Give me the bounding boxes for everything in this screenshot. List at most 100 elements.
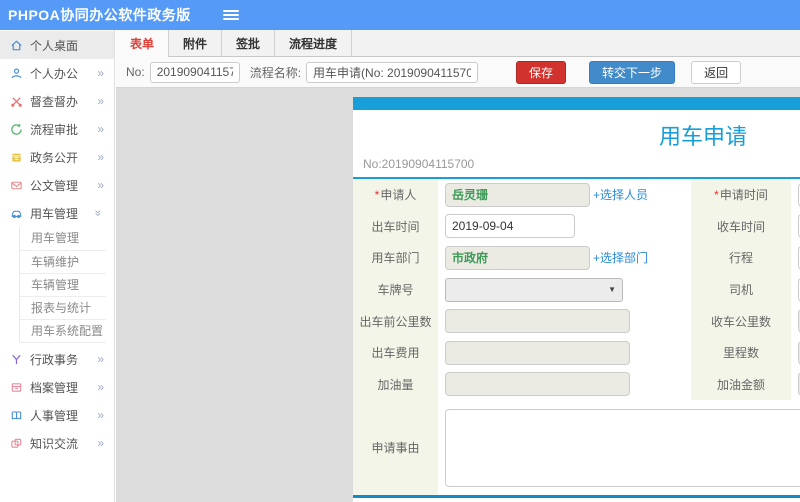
tab-attachments[interactable]: 附件	[169, 30, 223, 57]
sidebar-item-label: 档案管理	[30, 380, 79, 395]
itinerary-label: 行程	[691, 242, 791, 274]
chevron-right-icon: »	[97, 408, 104, 422]
select-department-link[interactable]: +选择部门	[593, 249, 648, 266]
vehicle-application-form-panel: 用车申请 No:20190904115700 * 申请人 +选择人员 * 申请时…	[353, 97, 800, 502]
sidebar-item-vehicle-mgmt[interactable]: 用车管理 »	[0, 199, 114, 227]
chevron-right-icon: »	[97, 66, 104, 80]
no-input[interactable]	[149, 61, 240, 83]
main-area: 表单 附件 签批 流程进度 No: 流程名称: 保存 转交下一步 返回 用车申请…	[116, 30, 800, 502]
trip-cost-input	[445, 340, 630, 365]
return-time-label: 收车时间	[691, 210, 791, 243]
vehicle-dept-label: 用车部门	[353, 242, 438, 274]
envelope-icon	[11, 181, 22, 189]
plate-number-select[interactable]: ▼	[445, 277, 623, 302]
fuel-cost-label: 加油金额	[691, 368, 791, 401]
km-after-label: 收车公里数	[691, 305, 791, 337]
sidebar-item-process-approval[interactable]: 流程审批 »	[0, 115, 114, 143]
sidebar-item-personal-office[interactable]: 个人办公 »	[0, 59, 114, 87]
chevron-right-icon: »	[97, 178, 104, 192]
chevron-right-icon: »	[97, 94, 104, 108]
tab-sign-approval[interactable]: 签批	[222, 30, 276, 57]
chevron-right-icon: »	[97, 380, 104, 394]
tab-bar: 表单 附件 签批 流程进度	[116, 30, 800, 57]
sidebar-item-knowledge-exchange[interactable]: 知识交流 »	[0, 429, 114, 457]
calendar-icon	[12, 153, 21, 162]
fuel-amount-label: 加油量	[353, 368, 438, 401]
vehicle-submenu: 用车管理 车辆维护 车辆管理 报表与统计 用车系统配置	[19, 227, 106, 343]
sidebar-item-hr-mgmt[interactable]: 人事管理 »	[0, 401, 114, 429]
km-before-label: 出车前公里数	[353, 305, 438, 337]
submenu-item-vehicle-maintenance[interactable]: 车辆维护	[20, 250, 106, 273]
form-title: 用车申请	[658, 124, 747, 149]
sidebar-item-document-mgmt[interactable]: 公文管理 »	[0, 171, 114, 199]
app-title: PHPOA协同办公软件政务版	[8, 7, 191, 23]
tags-icon	[11, 438, 22, 448]
sidebar-item-label: 个人桌面	[30, 38, 79, 53]
applicant-label: * 申请人	[353, 179, 438, 211]
required-asterisk: *	[714, 187, 719, 202]
car-icon	[11, 210, 22, 218]
submenu-item-reports-stats[interactable]: 报表与统计	[20, 296, 106, 319]
submenu-item-vehicle-use[interactable]: 用车管理	[20, 227, 106, 250]
dropdown-caret-icon: ▼	[608, 285, 616, 295]
home-icon	[11, 40, 22, 50]
sidebar-item-label: 政务公开	[30, 150, 79, 165]
form-toolbar: No: 流程名称: 保存 转交下一步 返回	[116, 57, 800, 88]
user-icon	[11, 68, 22, 78]
sidebar-item-label: 人事管理	[30, 408, 79, 423]
approval-refresh-icon	[11, 123, 22, 135]
archive-icon	[11, 382, 22, 392]
sidebar-item-label: 公文管理	[30, 178, 79, 193]
sidebar-item-label: 流程审批	[30, 122, 79, 137]
tab-form[interactable]: 表单	[116, 30, 170, 57]
submenu-item-vehicle-admin[interactable]: 车辆管理	[20, 273, 106, 296]
mileage-label: 里程数	[691, 336, 791, 369]
save-button[interactable]: 保存	[516, 60, 567, 84]
chevron-down-icon: »	[91, 209, 106, 217]
tab-content-area: 用车申请 No:20190904115700 * 申请人 +选择人员 * 申请时…	[116, 88, 800, 502]
vehicle-dept-input	[445, 245, 590, 270]
tab-process-progress[interactable]: 流程进度	[275, 30, 353, 57]
depart-time-label: 出车时间	[353, 210, 438, 243]
driver-label: 司机	[691, 273, 791, 306]
sidebar-item-label: 个人办公	[30, 66, 79, 81]
sidebar-item-supervision[interactable]: 督查督办 »	[0, 87, 114, 115]
required-asterisk: *	[374, 187, 380, 202]
plate-number-label: 车牌号	[353, 273, 438, 306]
chevron-right-icon: »	[97, 436, 104, 450]
flow-name-input[interactable]	[306, 61, 479, 83]
sidebar-item-label: 行政事务	[30, 352, 79, 367]
panel-top-accent-bar	[353, 97, 800, 110]
hamburger-menu-icon[interactable]	[222, 10, 239, 20]
supervise-icon	[11, 96, 22, 107]
sidebar-item-admin-affairs[interactable]: 行政事务 »	[0, 345, 114, 373]
chevron-right-icon: »	[97, 122, 104, 136]
chevron-right-icon: »	[97, 352, 104, 366]
forward-next-step-button[interactable]: 转交下一步	[589, 60, 676, 84]
back-button[interactable]: 返回	[691, 60, 742, 84]
sidebar-item-label: 知识交流	[30, 436, 79, 451]
sidebar-item-label: 用车管理	[30, 206, 79, 221]
sidebar-item-personal-desktop[interactable]: 个人桌面	[0, 31, 114, 59]
select-personnel-link[interactable]: +选择人员	[593, 186, 648, 203]
applicant-input	[445, 182, 590, 207]
apply-time-label: * 申请时间	[691, 179, 791, 211]
submenu-item-vehicle-config[interactable]: 用车系统配置	[20, 319, 106, 342]
app-topbar: PHPOA协同办公软件政务版	[0, 0, 800, 30]
apply-reason-textarea[interactable]	[445, 408, 800, 487]
chevron-right-icon: »	[97, 150, 104, 164]
vehicle-form-table: * 申请人 +选择人员 * 申请时间 出车时间	[353, 177, 800, 499]
sidebar-item-archive-mgmt[interactable]: 档案管理 »	[0, 373, 114, 401]
flow-name-label: 流程名称:	[249, 65, 302, 80]
sidebar-item-label: 督查督办	[30, 94, 79, 109]
sidebar-item-gov-disclosure[interactable]: 政务公开 »	[0, 143, 114, 171]
no-label: No:	[126, 65, 145, 79]
apply-reason-label: 申请事由	[353, 400, 438, 496]
form-no-text: No:20190904115700	[363, 157, 475, 171]
book-icon	[11, 410, 22, 420]
funnel-icon	[12, 354, 21, 364]
sidebar: 个人桌面 个人办公 » 督查督办 » 流程审批 » 政务公开 » 公文管理 » …	[0, 30, 115, 502]
depart-time-input[interactable]	[445, 214, 575, 239]
trip-cost-label: 出车费用	[353, 336, 438, 369]
fuel-amount-input	[445, 372, 630, 397]
